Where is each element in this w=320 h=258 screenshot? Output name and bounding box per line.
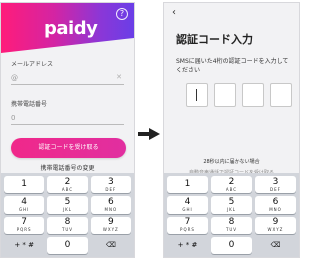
key-2[interactable]: 2 ABC (211, 176, 252, 194)
back-icon[interactable]: ‹ (172, 7, 176, 18)
page-title: 認証コード入力 (176, 33, 253, 46)
instruction-text: SMSに届いた4桁の認証コードを入力してください (176, 58, 289, 74)
email-field[interactable]: @ ✕ (11, 73, 124, 85)
key-3[interactable]: 3 DEF (90, 176, 131, 194)
key-1[interactable]: 1 (167, 176, 208, 194)
phone-label: 携帯電話番号 (11, 101, 48, 108)
key-4[interactable]: 4 GHI (4, 196, 45, 214)
email-label: メールアドレス (11, 61, 54, 68)
code-digit-2[interactable] (214, 83, 236, 107)
key-8[interactable]: 8 TUV (211, 216, 252, 234)
backspace-icon[interactable]: ⌫ (255, 237, 296, 254)
key-1[interactable]: 1 (4, 176, 45, 194)
get-code-button[interactable]: 認証コードを受け取る (11, 138, 126, 158)
code-digit-3[interactable] (242, 83, 264, 107)
key-symbols[interactable]: + * # (4, 237, 44, 254)
key-symbols[interactable]: + * # (167, 237, 208, 254)
numeric-keypad: 1 2 ABC 3 DEF 4 GHI 5 JKL 6 MNO 7 PQRS 8 TUV 9W… (164, 173, 299, 257)
help-icon[interactable]: ? (116, 8, 128, 20)
key-3[interactable]: 3 DEF (255, 176, 296, 194)
key-0[interactable]: 0 (211, 236, 252, 254)
login-form: メールアドレス @ ✕ 携帯電話番号 0 (11, 59, 124, 125)
key-0[interactable]: 0 (47, 236, 88, 254)
key-7[interactable]: 7 PQRS (4, 216, 45, 234)
key-5[interactable]: 5 JKL (211, 196, 252, 214)
code-digit-4[interactable] (270, 83, 292, 107)
key-6[interactable]: 6 MNO (90, 196, 131, 214)
code-digit-1[interactable] (186, 83, 208, 107)
key-5[interactable]: 5 JKL (47, 196, 88, 214)
key-9[interactable]: 9 WXYZ (255, 216, 296, 234)
key-4[interactable]: 4 GHI (167, 196, 208, 214)
paidy-logo: paidy (44, 18, 98, 39)
phone-value: 0 (11, 114, 16, 122)
key-9[interactable]: 9 WXYZ (90, 216, 131, 234)
key-6[interactable]: 6 MNO (255, 196, 296, 214)
resend-countdown: 28秒以内に届かない場合 (203, 159, 260, 165)
change-phone-link[interactable]: 携帯電話番号の変更 (1, 163, 134, 172)
key-8[interactable]: 8 TUV (47, 216, 88, 234)
email-value: @ (11, 74, 18, 82)
edit-icon: ✕ (116, 73, 122, 81)
code-inputs (186, 83, 292, 107)
key-7[interactable]: 7 PQRS (167, 216, 208, 234)
key-2[interactable]: 2 ABC (47, 176, 88, 194)
login-screen: paidy ? メールアドレス @ ✕ 携帯電話番号 0 認証コードを受け取る … (0, 2, 135, 258)
verification-screen: ‹ 認証コード入力 SMSに届いた4桁の認証コードを入力してください 28秒以内… (163, 2, 300, 258)
backspace-icon[interactable]: ⌫ (91, 237, 131, 254)
numeric-keypad: 1 2 ABC 3 DEF 4 GHI 5 JKL 6 MNO 7 PQRS 8 TUV 9W… (1, 173, 134, 257)
phone-field[interactable]: 0 (11, 114, 124, 125)
arrow-right-icon (138, 128, 160, 140)
